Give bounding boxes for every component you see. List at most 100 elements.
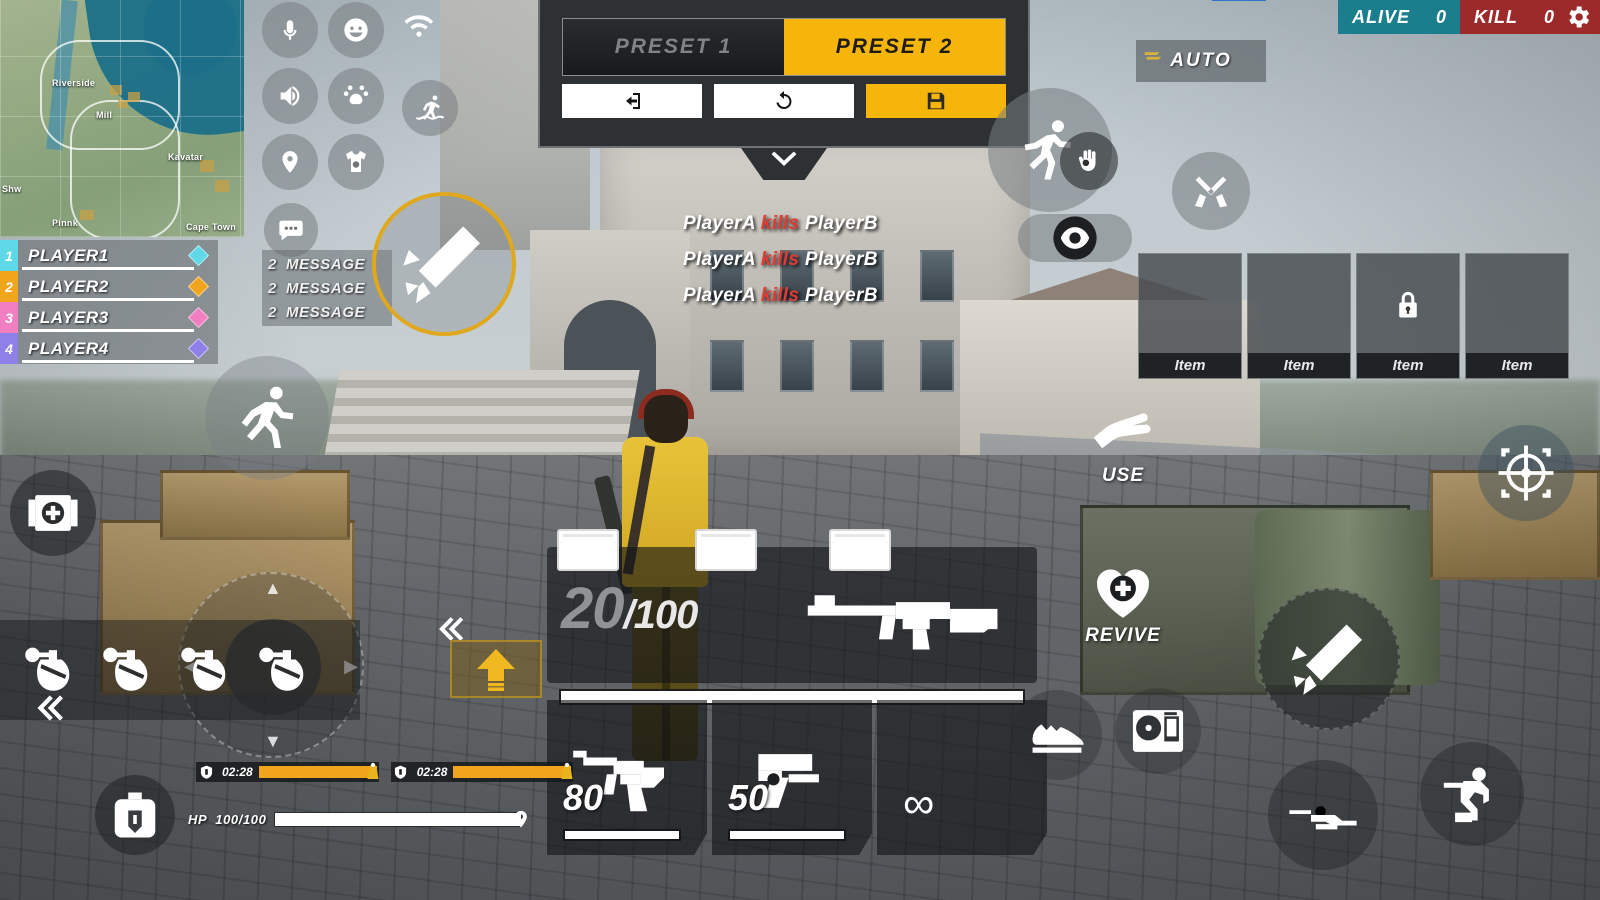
preset-action-bar[interactable]	[562, 84, 1006, 118]
chat-message-count: 2	[268, 255, 277, 273]
roster-player-name: PLAYER4	[28, 338, 109, 358]
buff-time-label: 02:28	[416, 765, 448, 779]
scope-button[interactable]	[1478, 425, 1574, 521]
map-marker-icon	[511, 808, 531, 832]
gesture-button[interactable]	[1060, 132, 1118, 190]
hp-value: 100/100	[215, 812, 267, 827]
collapse-grenade-bar-button[interactable]	[30, 690, 66, 726]
pet-button[interactable]	[328, 68, 384, 124]
buff-progress-bar	[453, 762, 573, 779]
inventory-slot-label: Item	[1139, 353, 1241, 378]
sprint-shoe-button[interactable]	[1012, 690, 1102, 780]
grenade-button[interactable]	[256, 642, 312, 698]
grenade-button[interactable]	[178, 642, 234, 698]
buff-timer-row: 02:28 02:28	[196, 762, 574, 782]
revive-button[interactable]: REVIVE	[1085, 563, 1161, 658]
roster-rank-diamond	[187, 337, 210, 360]
roster-rank-diamond	[187, 306, 210, 329]
medkit-button[interactable]	[10, 470, 96, 556]
grenade-button[interactable]	[100, 642, 156, 698]
kill-feed: PlayerA kills PlayerB PlayerA kills Playe…	[683, 206, 878, 314]
kill-feed-victim: PlayerB	[804, 285, 878, 306]
crosshair-scope-icon	[1493, 440, 1559, 506]
exit-button[interactable]	[562, 84, 702, 118]
swap-weapon-button[interactable]	[1172, 152, 1250, 230]
control-preset-panel[interactable]: PRESET 1 PRESET 2	[538, 0, 1266, 148]
reset-button[interactable]	[714, 84, 854, 118]
buff-end-icon	[559, 761, 575, 786]
kill-feed-verb: kills	[760, 285, 800, 306]
exit-icon	[619, 89, 645, 113]
weapon-durability-bar	[563, 829, 681, 841]
buff-timer: 02:28	[390, 762, 574, 782]
settings-button[interactable]	[1564, 3, 1592, 31]
gear-icon	[1564, 3, 1592, 31]
kill-feed-entry: PlayerA kills PlayerB	[683, 242, 878, 278]
inventory-slot[interactable]: Item	[1247, 253, 1351, 379]
emote-button[interactable]	[328, 2, 384, 58]
speaker-button[interactable]	[262, 68, 318, 124]
primary-weapon-panel[interactable]: 20 / 100	[547, 529, 1037, 705]
joystick-down-arrow[interactable]: ▼	[264, 731, 282, 752]
revive-label: REVIVE	[1085, 625, 1161, 646]
wifi-icon	[402, 14, 436, 40]
weapon-slot-row[interactable]: 80 50 ∞	[547, 700, 1047, 855]
eye-peek-icon	[1049, 212, 1101, 264]
joystick-up-arrow[interactable]: ▲	[264, 578, 282, 599]
alive-value: 0	[1435, 6, 1446, 27]
marker-button[interactable]	[262, 134, 318, 190]
minimap-place-label: Riverside	[52, 78, 96, 88]
inventory-slot[interactable]: Item	[1465, 253, 1569, 379]
minimap-grid	[0, 0, 244, 237]
weapon-slot[interactable]: 50	[712, 700, 872, 855]
lock-icon	[1393, 288, 1423, 322]
sprint-button[interactable]	[205, 356, 329, 480]
roster-rank-diamond	[187, 275, 210, 298]
alive-counter: ALIVE 0	[1337, 0, 1460, 34]
gramophone-button[interactable]	[1115, 688, 1201, 774]
roster-row[interactable]: 2 PLAYER2	[0, 271, 218, 302]
kill-value: 0	[1543, 6, 1554, 27]
minimap[interactable]: Riverside Mill Kavatar Shw Pinnk Cape Town	[0, 0, 244, 237]
jump-button[interactable]	[450, 640, 542, 698]
preset-tab-bar[interactable]: PRESET 1 PRESET 2	[562, 18, 1006, 76]
backpack-button[interactable]	[95, 775, 175, 855]
tab-preset-2[interactable]: PRESET 2	[784, 19, 1005, 75]
roster-health-bar	[22, 267, 194, 270]
chat-message[interactable]: 2 MESSAGE	[262, 300, 392, 324]
save-button[interactable]	[866, 84, 1006, 118]
chat-button[interactable]	[264, 203, 318, 257]
outfit-camera-icon	[341, 147, 371, 177]
chat-message-text: MESSAGE	[286, 255, 366, 273]
peek-toggle[interactable]	[1018, 214, 1132, 262]
kill-feed-entry: PlayerA kills PlayerB	[683, 278, 878, 314]
inventory-slot[interactable]: Item	[1138, 253, 1242, 379]
chat-bubble-icon	[277, 216, 305, 244]
inventory-slot-row[interactable]: Item Item Item Item	[1138, 253, 1569, 379]
fire-button-alt[interactable]	[372, 192, 516, 336]
chat-message[interactable]: 2 MESSAGE	[262, 276, 392, 300]
roster-number: 3	[0, 302, 18, 333]
bullet-fire-icon	[396, 216, 492, 312]
use-button[interactable]: USE	[1085, 405, 1161, 495]
kill-feed-verb: kills	[760, 213, 800, 234]
magazine-indicator	[829, 529, 891, 571]
fire-mode-button[interactable]: AUTO	[1136, 40, 1266, 82]
ammo-separator: /	[623, 593, 635, 637]
roster-number: 2	[0, 271, 18, 302]
assault-rifle-icon	[801, 581, 1011, 657]
roster-row[interactable]: 4 PLAYER4	[0, 333, 218, 364]
prone-button[interactable]	[1268, 760, 1378, 870]
outfit-button[interactable]	[328, 134, 384, 190]
crouch-button[interactable]	[1420, 742, 1524, 846]
surf-button[interactable]	[402, 80, 458, 136]
tab-preset-1[interactable]: PRESET 1	[563, 19, 784, 75]
roster-row[interactable]: 3 PLAYER3	[0, 302, 218, 333]
kill-feed-entry: PlayerA kills PlayerB	[683, 206, 878, 242]
inventory-slot[interactable]: Item	[1356, 253, 1460, 379]
roster-row[interactable]: 1 PLAYER1	[0, 240, 218, 271]
fire-mode-label: AUTO	[1170, 50, 1232, 71]
fire-button[interactable]	[1258, 588, 1400, 730]
microphone-button[interactable]	[262, 2, 318, 58]
minimap-place-label: Kavatar	[168, 152, 204, 162]
